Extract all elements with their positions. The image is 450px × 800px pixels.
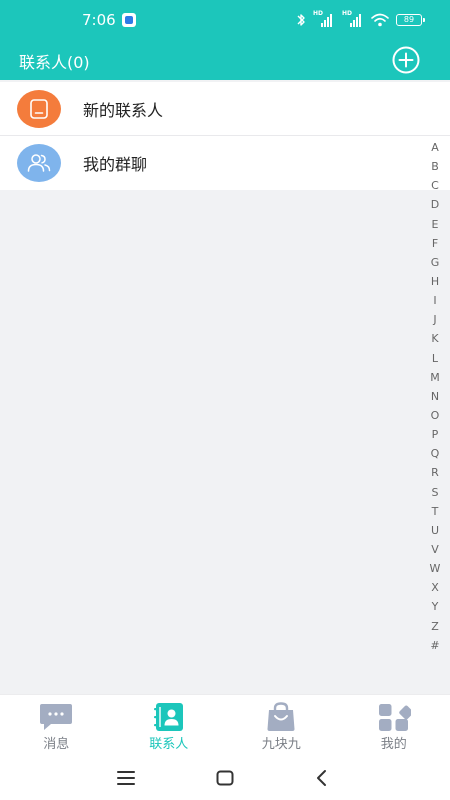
alphabet-index-letter[interactable]: N [427,387,443,406]
tab-label: 九块九 [261,737,301,752]
new-contact-avatar [17,90,61,128]
group-chat-label: 我的群聊 [83,155,148,174]
home-icon[interactable] [213,766,237,790]
alphabet-index-letter[interactable]: O [427,406,443,425]
new-contact-icon [30,99,48,119]
alphabet-index-letter[interactable]: M [427,368,443,387]
alphabet-index-letter[interactable]: A [427,138,443,157]
alphabet-index-letter[interactable]: B [427,157,443,176]
alphabet-index-letter[interactable]: W [427,559,443,578]
bluetooth-icon [297,14,305,26]
status-indicators: HD HD 89 [296,10,425,28]
status-time: 7:06 [82,11,116,29]
alphabet-index-letter[interactable]: E [427,215,443,234]
signal-strength-icon: HD [313,10,335,28]
alphabet-index-letter[interactable]: C [427,176,443,195]
alphabet-index-letter[interactable]: X [427,578,443,597]
group-chat-icon [27,154,51,172]
bottom-tab-bar: 消息 联系人 九块九 我的 [0,694,450,758]
tab-messages[interactable]: 消息 [0,695,113,758]
alphabet-index-letter[interactable]: T [427,502,443,521]
menu-icon[interactable] [114,766,138,790]
alphabet-index-letter[interactable]: # [427,636,443,655]
alphabet-index-letter[interactable]: G [427,253,443,272]
alphabet-index-letter[interactable]: P [427,425,443,444]
contacts-book-icon [153,703,183,731]
list-item-group-chat[interactable]: 我的群聊 [0,136,450,190]
signal-strength-icon: HD [342,10,364,28]
alphabet-index-letter[interactable]: S [427,483,443,502]
app-header: 联系人(0) [0,40,450,80]
chat-bubble-icon [40,704,72,730]
signal-hd-label: HD [342,10,353,17]
tab-contacts[interactable]: 联系人 [113,695,226,758]
tab-label: 我的 [380,737,407,752]
alphabet-index-letter[interactable]: K [427,329,443,348]
alphabet-index-letter[interactable]: V [427,540,443,559]
battery-level: 89 [403,15,415,24]
list-item-new-contact[interactable]: 新的联系人 [0,82,450,136]
wifi-icon [371,13,389,27]
alphabet-index-letter[interactable]: D [427,195,443,214]
group-chat-avatar [17,144,61,182]
apps-grid-icon [378,704,411,731]
alphabet-index-letter[interactable]: J [427,310,443,329]
contacts-list: 新的联系人 我的群聊 [0,82,450,190]
tab-mine[interactable]: 我的 [338,695,450,758]
plus-circle-icon[interactable] [392,46,420,74]
alphabet-index-letter[interactable]: H [427,272,443,291]
alphabet-index-letter[interactable]: F [427,234,443,253]
tab-label: 联系人 [149,737,189,752]
page-title: 联系人(0) [19,53,90,72]
alphabet-index[interactable]: A B C D E F G H I J K L M N O P Q R S T U V W X Y Z # [427,138,443,655]
alphabet-index-letter[interactable]: Z [427,617,443,636]
battery-icon: 89 [396,14,425,26]
alphabet-index-letter[interactable]: L [427,349,443,368]
alphabet-index-letter[interactable]: R [427,463,443,482]
tab-label: 消息 [43,737,70,752]
tab-nine-nine[interactable]: 九块九 [225,695,338,758]
shopping-bag-icon [267,702,295,731]
app-notification-icon [122,13,136,27]
new-contact-label: 新的联系人 [83,101,164,120]
back-icon[interactable] [310,766,334,790]
alphabet-index-letter[interactable]: U [427,521,443,540]
system-nav-bar [0,758,450,800]
alphabet-index-letter[interactable]: Q [427,444,443,463]
alphabet-index-letter[interactable]: Y [427,597,443,616]
alphabet-index-letter[interactable]: I [427,291,443,310]
status-bar: 7:06 HD HD 89 [0,0,450,40]
signal-hd-label: HD [313,10,324,17]
